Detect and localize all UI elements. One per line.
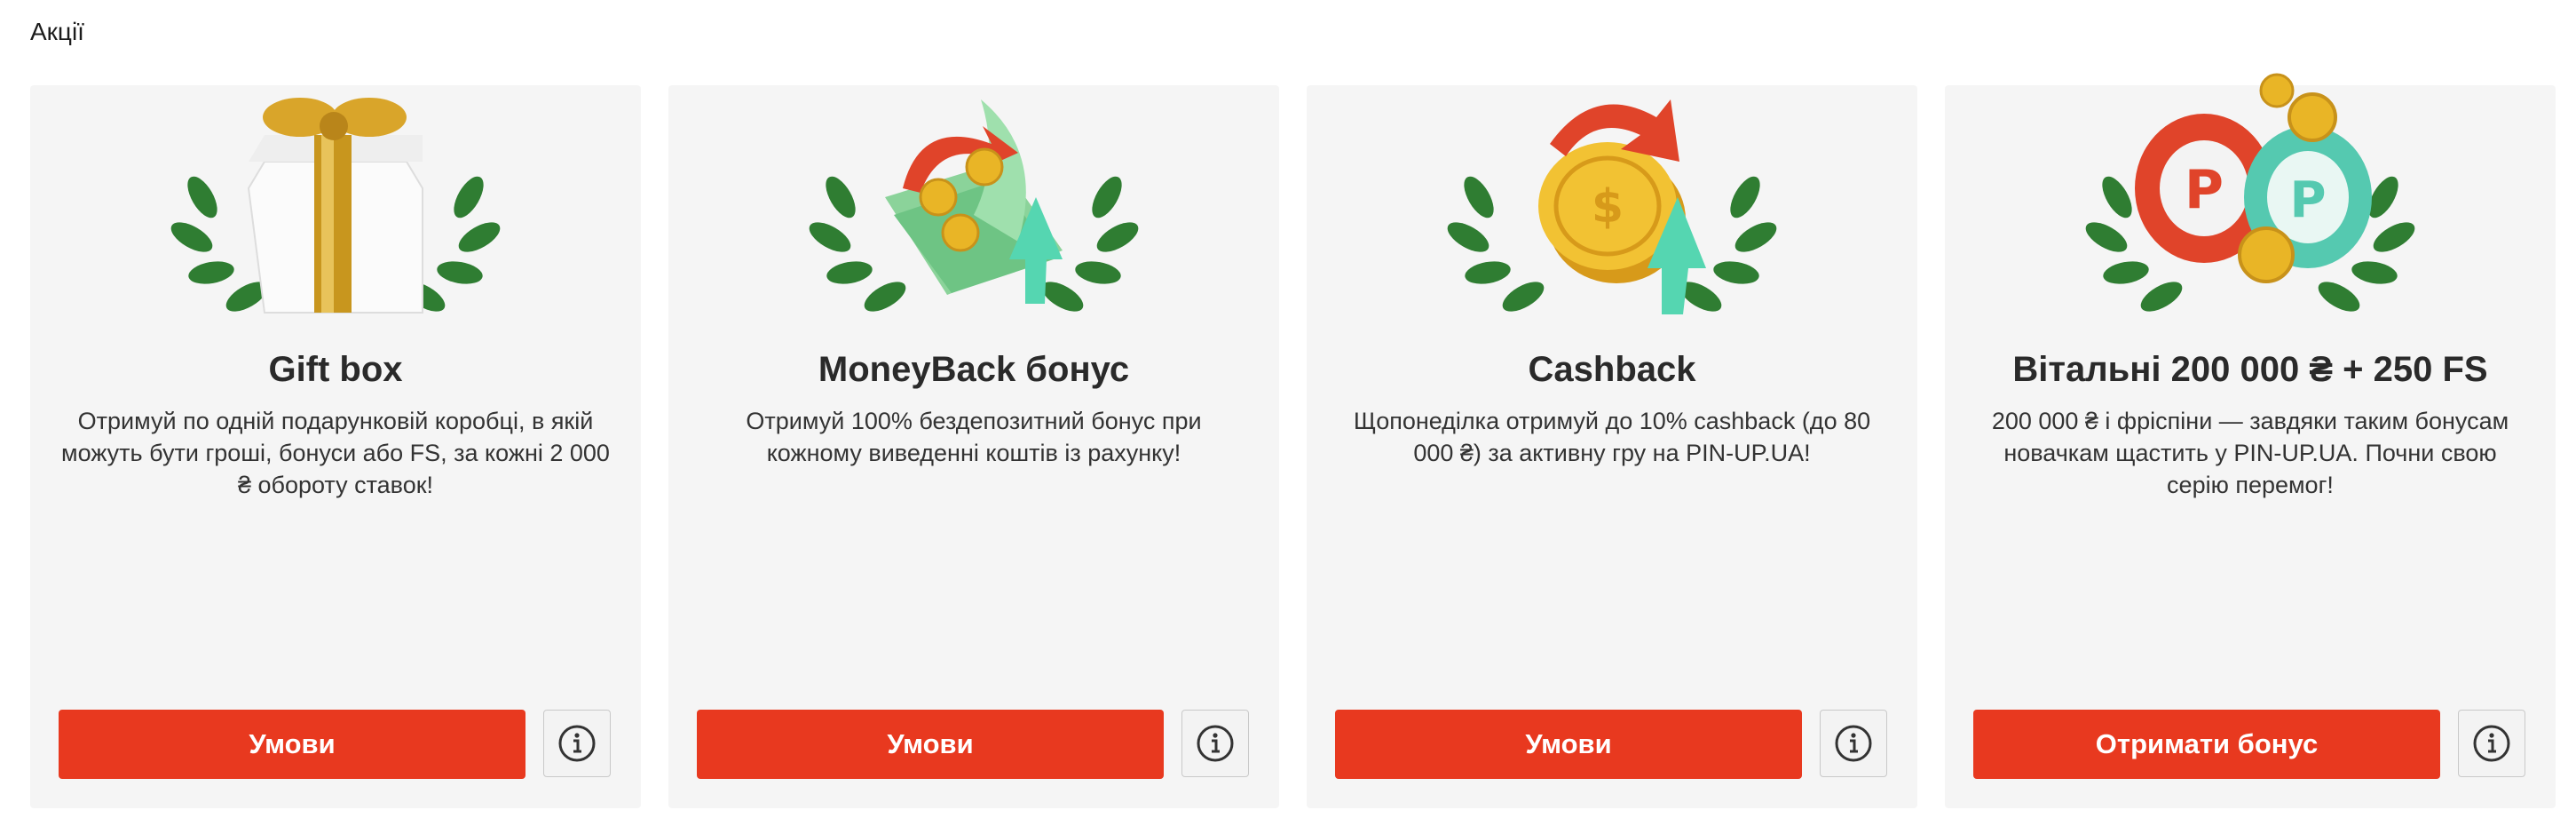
promo-description: Щопонеділка отримуй до 10% cashback (до … [1353, 408, 1871, 466]
promo-cards: Gift box Отримуй по одній подарунковій к… [30, 73, 2556, 808]
money-stack-icon [809, 99, 1139, 312]
promo-card-moneyback: MoneyBack бонус Отримуй 100% бездепозитн… [668, 85, 1279, 808]
promo-description: Отримуй по одній подарунковій коробці, в… [61, 408, 610, 498]
gift-box-icon [170, 98, 501, 314]
promo-title: Gift box [268, 350, 403, 389]
promo-card-gift-box: Gift box Отримуй по одній подарунковій к… [30, 85, 641, 808]
info-icon [558, 725, 596, 762]
promo-description: 200 000 ₴ і фріспіни — завдяки таким бон… [1991, 408, 2509, 498]
svg-text:$: $ [1592, 180, 1624, 234]
info-button[interactable] [543, 710, 611, 777]
info-button[interactable] [2458, 710, 2525, 777]
gold-coin-arrows-icon: $ [1447, 99, 1777, 314]
promo-description: Отримуй 100% бездепозитний бонус при кож… [746, 408, 1202, 466]
info-button[interactable] [1820, 710, 1887, 777]
promo-title: Вітальні 200 000 ₴ + 250 FS [2012, 350, 2488, 389]
promo-card-welcome-bonus: P P Вітальні 200 000 ₴ + 250 FS 200 000 … [1945, 73, 2556, 808]
terms-button[interactable]: Умови [1335, 710, 1802, 779]
svg-text:P: P [2289, 171, 2326, 229]
get-bonus-button[interactable]: Отримати бонус [1973, 710, 2440, 779]
section-title: Акції [30, 18, 84, 45]
svg-text:P: P [2185, 159, 2224, 221]
terms-button[interactable]: Умови [697, 710, 1164, 779]
terms-button[interactable]: Умови [59, 710, 525, 779]
info-icon [1197, 725, 1234, 762]
casino-chips-icon: P P [2085, 73, 2415, 312]
promo-card-cashback: $ Cashback Щопонеділка отримуй до 10% ca… [1307, 85, 1917, 808]
info-icon [2473, 725, 2510, 762]
info-icon [1835, 725, 1872, 762]
promo-title: Cashback [1528, 350, 1696, 389]
info-button[interactable] [1181, 710, 1249, 777]
promo-title: MoneyBack бонус [818, 350, 1130, 389]
